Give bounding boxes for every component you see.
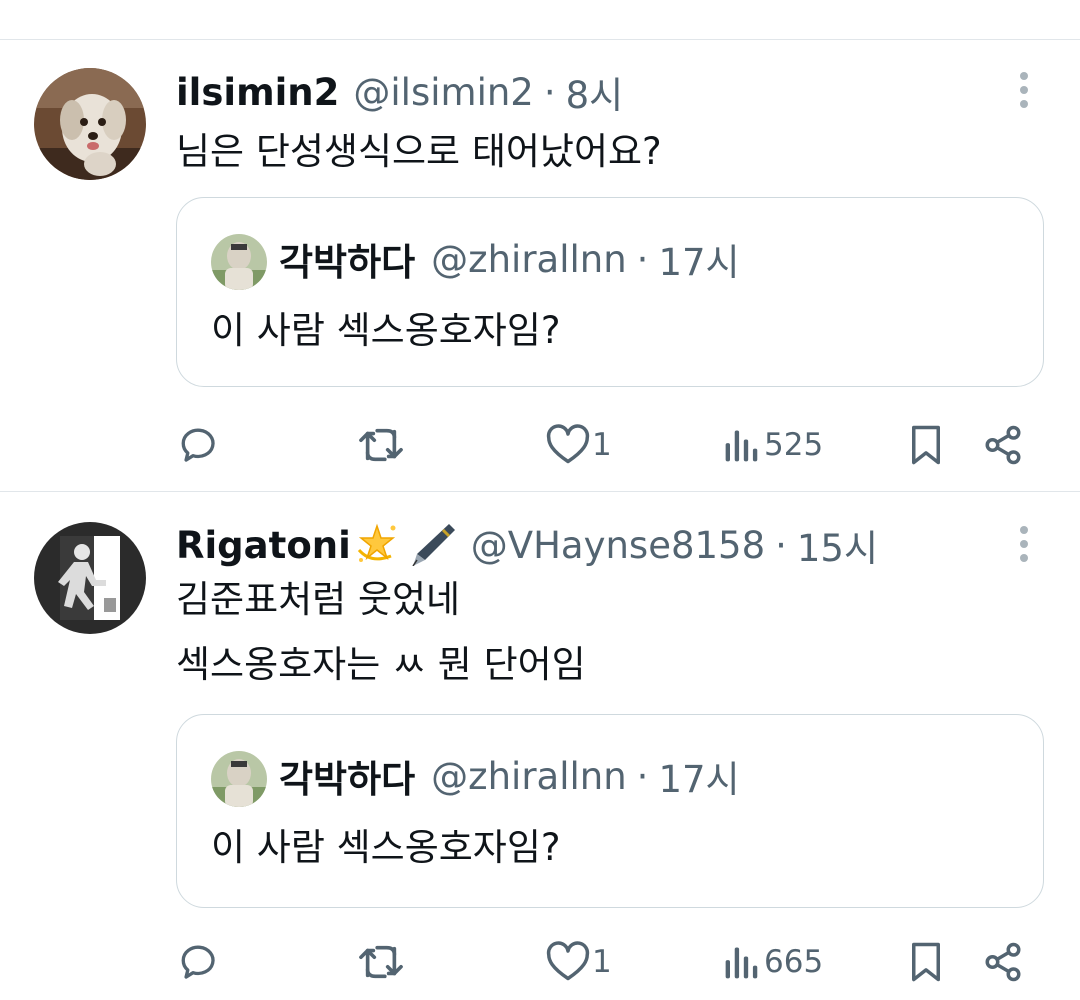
timestamp[interactable]: 8시 [566,65,624,119]
like-button[interactable]: 1 [546,420,612,470]
share-button[interactable] [982,420,1024,470]
quote-text: 이 사람 섹스옹호자임? [211,826,561,869]
display-name[interactable]: ilsimin2 [176,71,339,114]
retweet-icon [359,428,403,462]
quoted-tweet[interactable]: 각박하다 @zhirallnn · 17시 이 사람 섹스옹호자임? [176,714,1044,908]
quote-timestamp: 17시 [658,758,740,801]
quote-text: 이 사람 섹스옹호자임? [211,309,561,352]
retweet-button[interactable] [356,420,406,470]
more-vertical-icon[interactable] [1010,70,1038,110]
exit-sign-avatar-image [34,522,146,634]
views-icon [725,430,758,462]
like-count: 1 [592,944,612,980]
bookmark-button[interactable] [906,420,946,470]
separator-dot: · [543,70,556,114]
retweet-icon [359,945,403,979]
view-count: 665 [764,944,824,980]
tweet[interactable]: ilsimin2 @ilsimin2 · 8시 님은 단성생식으로 태어났어요?… [0,40,1080,490]
quote-avatar-image [211,234,267,290]
reply-button[interactable] [178,937,220,987]
reply-icon [181,428,215,462]
action-bar: 1 525 [0,420,1080,470]
like-icon [546,424,590,464]
quote-user-handle: @zhirallnn [431,237,627,281]
avatar[interactable] [34,68,146,180]
view-count: 525 [764,427,824,463]
separator-dot: · [636,754,649,798]
dizzy-star-emoji [353,520,401,570]
avatar[interactable] [34,522,146,634]
more-vertical-icon[interactable] [1010,524,1038,564]
like-button[interactable]: 1 [546,937,612,987]
views-button[interactable]: 525 [722,420,823,470]
separator-dot: · [775,523,787,567]
tweet-text-line: 김준표처럼 웃었네 [176,578,461,621]
like-icon [546,941,590,981]
bookmark-icon [912,942,940,982]
retweet-button[interactable] [356,937,406,987]
quote-avatar-image [211,751,267,807]
bookmark-button[interactable] [906,937,946,987]
fountain-pen-emoji [403,520,457,570]
user-handle[interactable]: @VHaynse8158 [471,524,765,567]
views-icon [725,947,758,979]
action-bar: 1 665 [0,937,1080,987]
tweet-text: 님은 단성생식으로 태어났어요? [176,130,662,173]
quote-user-handle: @zhirallnn [431,754,627,798]
like-count: 1 [592,427,612,463]
bookmark-icon [912,425,940,465]
quote-timestamp: 17시 [658,241,740,284]
separator-dot: · [636,237,649,281]
reply-icon [181,945,215,979]
display-name[interactable]: Rigatoni [176,524,351,567]
tweet-header: ilsimin2 @ilsimin2 · 8시 [176,65,624,119]
quote-display-name: 각박하다 [279,241,416,284]
share-icon [985,425,1021,465]
quote-avatar[interactable] [211,751,267,807]
dog-avatar-image [34,68,146,180]
user-handle[interactable]: @ilsimin2 [353,71,533,114]
quote-header: 각박하다 @zhirallnn · 17시 [279,751,740,802]
quote-header: 각박하다 @zhirallnn · 17시 [279,234,740,285]
views-button[interactable]: 665 [722,937,823,987]
timestamp[interactable]: 15시 [797,518,878,572]
share-icon [985,942,1021,982]
reply-button[interactable] [178,420,220,470]
quoted-tweet[interactable]: 각박하다 @zhirallnn · 17시 이 사람 섹스옹호자임? [176,197,1044,387]
tweet[interactable]: Rigatoni @VHaynse8158 · 15시 김준표처럼 웃었네 섹스… [0,492,1080,1000]
share-button[interactable] [982,937,1024,987]
quote-display-name: 각박하다 [279,758,416,801]
quote-avatar[interactable] [211,234,267,290]
tweet-text-line: 섹스옹호자는 ㅆ 뭔 단어임 [176,643,586,686]
tweet-header: Rigatoni @VHaynse8158 · 15시 [176,518,878,572]
